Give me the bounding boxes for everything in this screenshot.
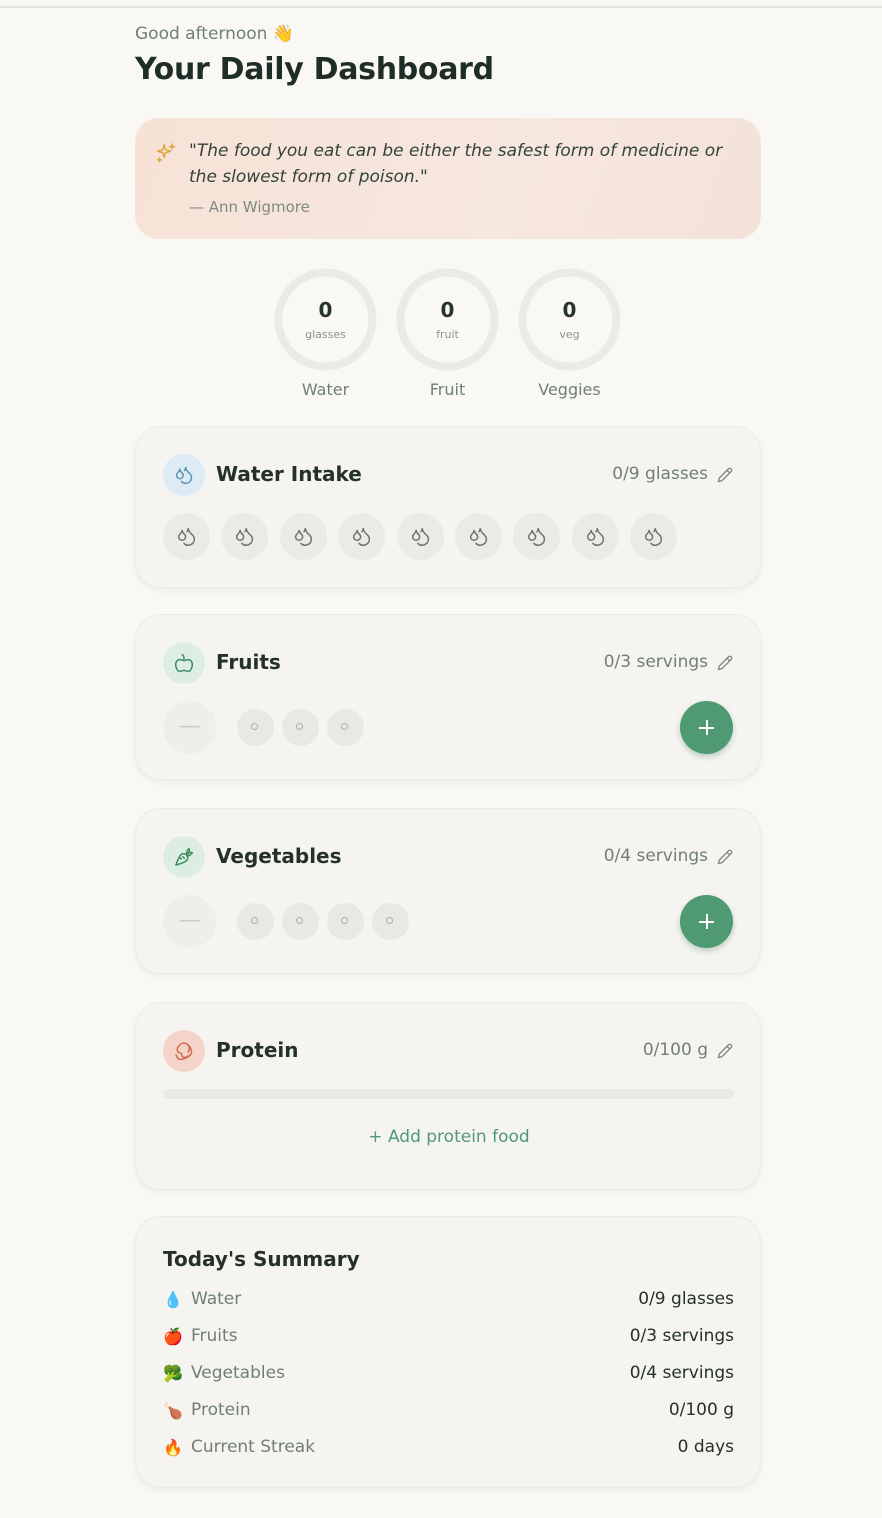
droplets-icon: [645, 527, 663, 546]
summary-row-water: 💧 Water 0/9 glasses: [163, 1289, 734, 1313]
summary-row-fruits: 🍎 Fruits 0/3 servings: [163, 1326, 734, 1350]
water-glass-button[interactable]: [513, 513, 561, 560]
vegetables-title: Vegetables: [216, 844, 342, 868]
summary-row-value: 0/9 glasses: [638, 1289, 734, 1309]
veggies-ring-value: 0: [562, 298, 577, 322]
quote-text: "The food you eat can be either the safe…: [189, 141, 723, 187]
fruit-serving-dot[interactable]: [327, 709, 364, 746]
water-ring-label: Water: [301, 380, 350, 399]
water-edit-icon[interactable]: [717, 467, 733, 483]
page-title: Your Daily Dashboard: [135, 52, 494, 87]
fruits-edit-icon[interactable]: [717, 655, 733, 671]
add-protein-button[interactable]: + Add protein food: [136, 1127, 762, 1147]
quote-author: — Ann Wigmore: [189, 198, 310, 216]
broccoli-icon: 🥦: [163, 1364, 183, 1383]
fire-icon: 🔥: [163, 1438, 183, 1457]
water-glass-button[interactable]: [455, 513, 502, 560]
vegetable-serving-dot[interactable]: [282, 903, 319, 940]
droplets-icon: [411, 527, 429, 546]
summary-card: Today's Summary 💧 Water 0/9 glasses 🍎 Fr…: [135, 1216, 761, 1488]
veggies-ring-unit: veg: [559, 328, 580, 341]
vegetables-count: 0/4 servings: [603, 846, 708, 866]
carrot-icon: [175, 847, 194, 866]
vegetable-serving-dot[interactable]: [237, 903, 274, 940]
top-divider: [0, 6, 882, 8]
fruits-title: Fruits: [216, 650, 281, 674]
greeting: Good afternoon 👋: [135, 24, 295, 44]
veggies-ring-label: Veggies: [538, 380, 601, 399]
water-ring-unit: glasses: [305, 328, 346, 341]
fruits-card-icon: [163, 642, 205, 684]
vegetables-card-icon: [163, 836, 205, 878]
vegetable-serving-dot[interactable]: [372, 903, 409, 940]
fruit-ring-value: 0: [440, 298, 455, 322]
summary-row-protein: 🍗 Protein 0/100 g: [163, 1400, 734, 1424]
vegetable-serving-dot[interactable]: [327, 903, 364, 940]
fruit-serving-dot[interactable]: [282, 709, 319, 746]
beef-icon: [175, 1042, 193, 1061]
drumstick-icon: 🍗: [163, 1401, 183, 1420]
protein-progress-bar: [163, 1089, 734, 1099]
summary-row-streak: 🔥 Current Streak 0 days: [163, 1437, 734, 1461]
vegetables-card: Vegetables 0/4 servings —: [135, 808, 761, 974]
fruit-ring-unit: fruit: [436, 328, 459, 341]
water-glass-button[interactable]: [163, 513, 210, 560]
water-glass-button[interactable]: [338, 513, 386, 560]
apple-icon: [174, 653, 194, 673]
droplets-icon: [294, 527, 312, 546]
summary-row-label: Fruits: [191, 1326, 238, 1346]
fruit-serving-dot[interactable]: [237, 709, 274, 746]
summary-title: Today's Summary: [163, 1247, 360, 1271]
water-intake-card: Water Intake 0/9 glasses: [135, 426, 761, 588]
droplets-icon: [177, 527, 196, 546]
summary-row-label: Current Streak: [191, 1437, 316, 1457]
protein-edit-icon[interactable]: [717, 1043, 733, 1059]
fruits-increment-button[interactable]: [680, 701, 733, 754]
droplet-icon: 💧: [163, 1290, 183, 1309]
protein-count: 0/100 g: [642, 1040, 708, 1060]
fruit-ring: 0 fruit: [395, 267, 500, 372]
fruit-ring-label: Fruit: [429, 380, 466, 399]
summary-row-label: Vegetables: [191, 1363, 285, 1383]
sparkles-icon: [156, 142, 176, 164]
droplets-icon: [175, 466, 193, 484]
veggies-ring: 0 veg: [517, 267, 622, 372]
summary-row-label: Protein: [191, 1400, 251, 1420]
protein-title: Protein: [216, 1038, 299, 1062]
water-glass-button[interactable]: [630, 513, 678, 560]
water-count: 0/9 glasses: [612, 464, 708, 484]
droplets-icon: [236, 527, 254, 546]
droplets-icon: [469, 527, 488, 546]
droplets-icon: [586, 527, 604, 546]
water-glass-button[interactable]: [396, 513, 444, 560]
summary-row-value: 0/3 servings: [629, 1326, 734, 1346]
vegetables-decrement-button[interactable]: —: [163, 895, 216, 948]
apple-icon: 🍎: [163, 1327, 183, 1346]
protein-card-icon: [163, 1030, 205, 1072]
summary-row-label: Water: [191, 1289, 242, 1309]
summary-row-value: 0 days: [677, 1437, 734, 1457]
water-ring-value: 0: [318, 298, 333, 322]
fruits-card: Fruits 0/3 servings —: [135, 614, 761, 780]
droplets-icon: [353, 527, 371, 546]
droplets-icon: [528, 527, 546, 546]
quote-card: "The food you eat can be either the safe…: [135, 118, 761, 239]
fruits-decrement-button[interactable]: —: [163, 701, 216, 754]
summary-row-value: 0/100 g: [668, 1400, 734, 1420]
summary-row-value: 0/4 servings: [629, 1363, 734, 1383]
water-glass-button[interactable]: [571, 513, 619, 560]
water-title: Water Intake: [216, 462, 362, 486]
summary-row-vegetables: 🥦 Vegetables 0/4 servings: [163, 1363, 734, 1387]
water-card-icon: [163, 454, 205, 496]
fruits-count: 0/3 servings: [603, 652, 708, 672]
vegetables-edit-icon[interactable]: [717, 849, 733, 865]
water-ring: 0 glasses: [273, 267, 378, 372]
protein-card: Protein 0/100 g + Add protein food: [135, 1002, 761, 1190]
water-glass-button[interactable]: [279, 513, 327, 560]
vegetables-increment-button[interactable]: [680, 895, 733, 948]
water-glass-button[interactable]: [221, 513, 269, 560]
